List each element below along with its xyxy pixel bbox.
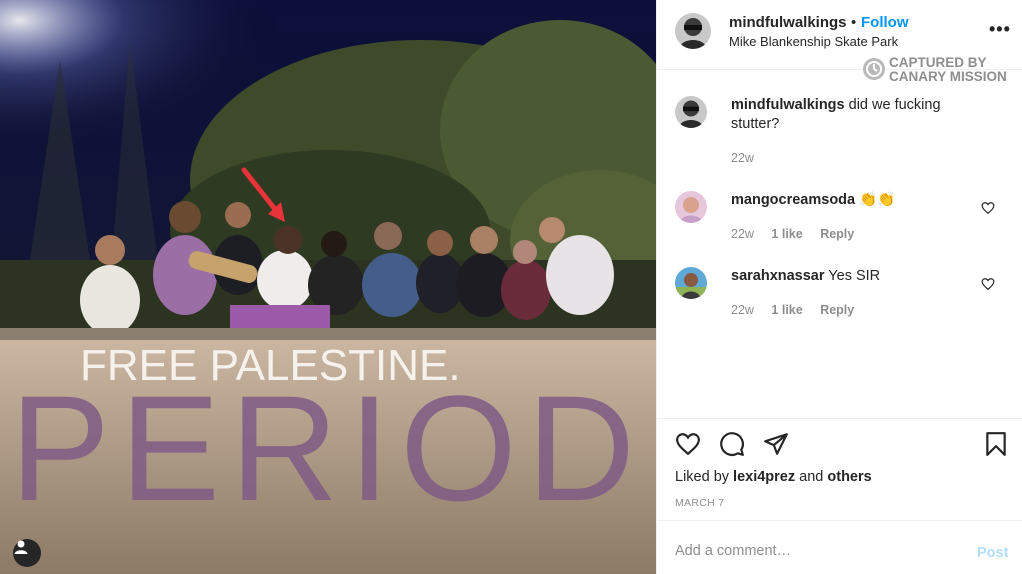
comment-meta: 22w 1 like Reply [731,303,868,317]
likes-others-link[interactable]: others [827,469,871,485]
comment-body: mangocreamsoda 👏👏 [731,191,976,210]
add-comment-input[interactable] [675,543,955,559]
caption-time[interactable]: 22w [731,151,754,165]
like-comment-heart-icon[interactable] [981,201,995,215]
commenter-avatar[interactable] [675,191,707,223]
comment-time[interactable]: 22w [731,227,754,241]
comment-body: sarahxnassar Yes SIR [731,267,976,286]
user-tags-button[interactable] [13,539,41,567]
watermark-line2: CANARY MISSION [889,69,1007,84]
comment-meta: 22w 1 like Reply [731,227,868,241]
follow-button[interactable]: Follow [861,14,909,31]
likes-prefix: Liked by [675,469,730,485]
comment-text: 👏👏 [859,192,896,208]
author-username[interactable]: mindfulwalkings [729,14,847,31]
post-photo[interactable]: FREE PALESTINE. PERIOD [0,0,656,574]
watermark-line1: CAPTURED BY [889,55,987,70]
avatar-image [675,96,707,128]
avatar-image [675,191,707,223]
comment-text: Yes SIR [828,268,881,284]
post-date[interactable]: MARCH 7 [675,497,724,509]
share-paper-plane-icon[interactable] [763,431,789,457]
save-bookmark-icon[interactable] [983,431,1009,457]
avatar-image [675,267,707,299]
watermark-text: CAPTURED BY CANARY MISSION [889,56,1007,84]
comment-likes[interactable]: 1 like [771,303,802,317]
comment-bubble-icon[interactable] [719,431,745,457]
spray-text: PERIOD [10,364,645,532]
avatar-image [675,13,711,49]
caption-username[interactable]: mindfulwalkings [731,97,845,113]
likes-user-link[interactable]: lexi4prez [733,469,795,485]
photo-scene: FREE PALESTINE. PERIOD [0,0,656,574]
likes-joiner: and [799,469,824,485]
post-header: mindfulwalkings • Follow Mike Blankenshi… [657,0,1022,84]
like-heart-icon[interactable] [675,431,701,457]
comment-likes[interactable]: 1 like [771,227,802,241]
author-avatar[interactable] [675,13,711,49]
post-side-panel: mindfulwalkings • Follow Mike Blankenshi… [656,0,1022,574]
like-comment-heart-icon[interactable] [981,277,995,291]
caption-meta: 22w [731,151,768,165]
more-options-button[interactable]: ••• [989,20,1011,38]
header-separator: • [851,14,857,31]
post-actions: Liked by lexi4prez and others MARCH 7 [657,418,1022,520]
comment-time[interactable]: 22w [731,303,754,317]
commenter-avatar[interactable] [675,267,707,299]
caption-avatar[interactable] [675,96,707,128]
canary-mission-watermark: CAPTURED BY CANARY MISSION [863,56,1022,86]
reply-button[interactable]: Reply [820,303,854,317]
comment-username[interactable]: sarahxnassar [731,268,825,284]
likes-summary: Liked by lexi4prez and others [675,469,872,485]
add-comment-bar: Post [657,520,1022,574]
location-link[interactable]: Mike Blankenship Skate Park [729,34,898,49]
user-icon [14,540,28,554]
post-comment-button[interactable]: Post [977,545,1008,561]
comment-username[interactable]: mangocreamsoda [731,192,855,208]
reply-button[interactable]: Reply [820,227,854,241]
clock-icon [863,58,885,80]
caption-body: mindfulwalkings did we fucking stutter? [731,96,976,134]
